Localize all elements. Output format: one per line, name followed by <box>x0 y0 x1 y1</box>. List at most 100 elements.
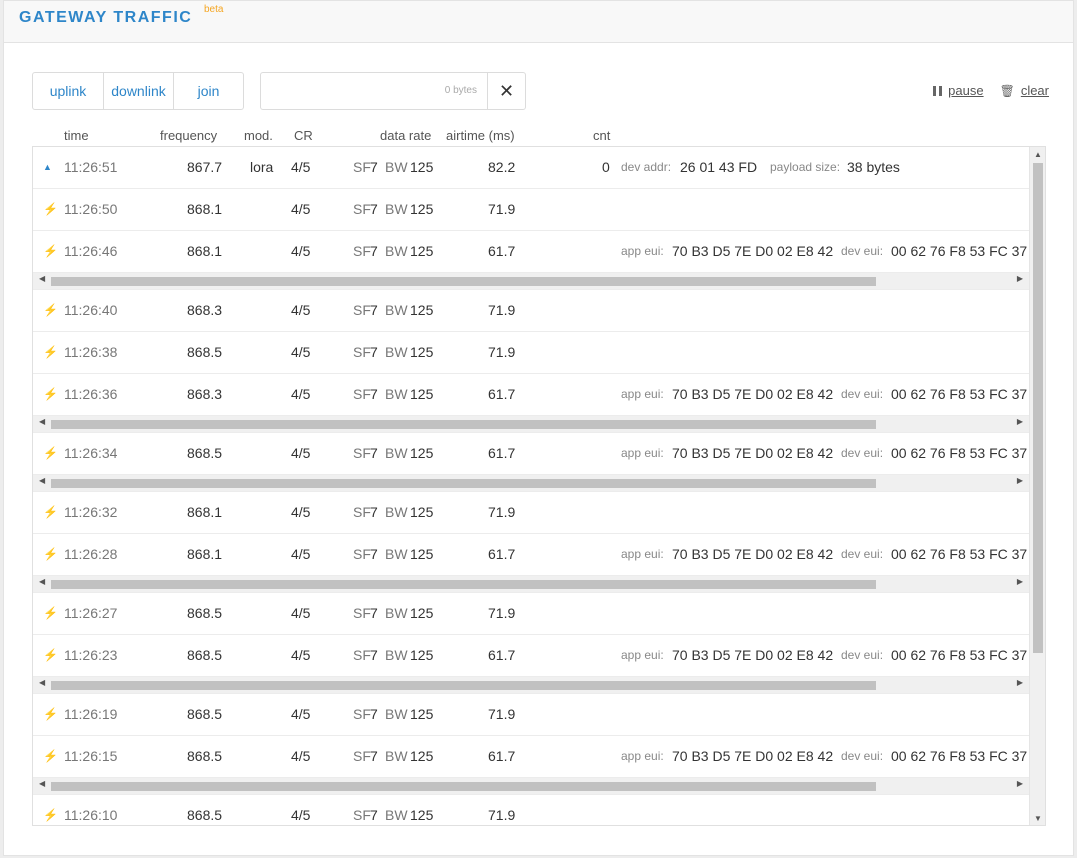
traffic-row[interactable]: ⚡ 11:26:27 868.5 4/5 SF 7 BW 125 71.9 <box>33 593 1029 635</box>
bw-label: BW <box>385 201 408 217</box>
scroll-left-arrow[interactable]: ◀ <box>39 417 45 426</box>
scroll-right-arrow[interactable]: ▶ <box>1017 678 1023 687</box>
scroll-thumb[interactable] <box>51 681 876 690</box>
scroll-thumb[interactable] <box>1033 163 1043 653</box>
sf-label: SF <box>353 706 371 722</box>
clear-button[interactable]: 🗑 clear <box>1000 83 1049 98</box>
bw-label: BW <box>385 243 408 259</box>
scroll-thumb[interactable] <box>51 580 876 589</box>
row-time: 11:26:27 <box>64 605 118 621</box>
row-time: 11:26:46 <box>64 243 118 259</box>
traffic-row[interactable]: ⚡ 11:26:23 868.5 4/5 SF 7 BW 125 61.7 app eui: 70 … <box>33 635 1029 677</box>
row-horizontal-scrollbar[interactable]: ◀ ▶ <box>33 677 1029 694</box>
vertical-scrollbar[interactable]: ▲ ▼ <box>1029 147 1045 825</box>
row-bw: 125 <box>410 445 434 461</box>
row-coding-rate: 4/5 <box>291 159 311 175</box>
row-coding-rate: 4/5 <box>291 302 311 318</box>
bw-label: BW <box>385 445 408 461</box>
traffic-row[interactable]: ⚡ 11:26:28 868.1 4/5 SF 7 BW 125 61.7 app eui: 70 … <box>33 534 1029 576</box>
scroll-thumb[interactable] <box>51 479 876 488</box>
row-time: 11:26:19 <box>64 706 118 722</box>
row-horizontal-scrollbar[interactable]: ◀ ▶ <box>33 576 1029 593</box>
clear-label: clear <box>1020 83 1049 98</box>
dev-eui-label: dev eui: <box>841 387 884 401</box>
sf-label: SF <box>353 504 371 520</box>
bolt-icon: ⚡ <box>43 446 58 460</box>
row-bw: 125 <box>410 706 434 722</box>
uplink-filter-button[interactable]: uplink <box>33 73 104 109</box>
app-eui-label: app eui: <box>621 244 664 258</box>
traffic-table[interactable]: ▲ 11:26:51 867.7 lora 4/5 SF 7 BW 125 82.2 0 dev ad… <box>32 146 1046 826</box>
row-time: 11:26:32 <box>64 504 118 520</box>
row-time: 11:26:28 <box>64 546 118 562</box>
traffic-row[interactable]: ⚡ 11:26:46 868.1 4/5 SF 7 BW 125 61.7 app eui: 70 … <box>33 231 1029 273</box>
row-sf: 7 <box>370 504 378 520</box>
row-horizontal-scrollbar[interactable]: ◀ ▶ <box>33 475 1029 492</box>
traffic-row[interactable]: ⚡ 11:26:15 868.5 4/5 SF 7 BW 125 61.7 app eui: 70 … <box>33 736 1029 778</box>
pause-button[interactable]: pause <box>933 83 984 98</box>
scroll-right-arrow[interactable]: ▶ <box>1017 779 1023 788</box>
scroll-thumb[interactable] <box>51 277 876 286</box>
traffic-row[interactable]: ⚡ 11:26:32 868.1 4/5 SF 7 BW 125 71.9 <box>33 492 1029 534</box>
downlink-filter-button[interactable]: downlink <box>104 73 174 109</box>
scroll-left-arrow[interactable]: ◀ <box>39 274 45 283</box>
search-input[interactable] <box>263 75 447 109</box>
row-horizontal-scrollbar[interactable]: ◀ ▶ <box>33 416 1029 433</box>
scroll-left-arrow[interactable]: ◀ <box>39 678 45 687</box>
row-coding-rate: 4/5 <box>291 504 311 520</box>
row-airtime: 71.9 <box>488 807 516 823</box>
row-sf: 7 <box>370 605 378 621</box>
sf-label: SF <box>353 647 371 663</box>
scroll-left-arrow[interactable]: ◀ <box>39 779 45 788</box>
row-frequency: 868.3 <box>187 386 223 402</box>
row-airtime: 61.7 <box>488 445 516 461</box>
row-airtime: 61.7 <box>488 386 516 402</box>
traffic-row[interactable]: ⚡ 11:26:36 868.3 4/5 SF 7 BW 125 61.7 app eui: 70 … <box>33 374 1029 416</box>
row-frequency: 868.1 <box>187 546 223 562</box>
bw-label: BW <box>385 344 408 360</box>
scroll-right-arrow[interactable]: ▶ <box>1017 274 1023 283</box>
row-horizontal-scrollbar[interactable]: ◀ ▶ <box>33 778 1029 795</box>
row-coding-rate: 4/5 <box>291 647 311 663</box>
scroll-left-arrow[interactable]: ◀ <box>39 577 45 586</box>
scroll-down-arrow[interactable]: ▼ <box>1030 811 1045 825</box>
row-frequency: 868.5 <box>187 807 223 823</box>
row-coding-rate: 4/5 <box>291 344 311 360</box>
bolt-icon: ⚡ <box>43 606 58 620</box>
bolt-icon: ⚡ <box>43 345 58 359</box>
traffic-row[interactable]: ⚡ 11:26:34 868.5 4/5 SF 7 BW 125 61.7 app eui: 70 … <box>33 433 1029 475</box>
traffic-row[interactable]: ⚡ 11:26:50 868.1 4/5 SF 7 BW 125 71.9 <box>33 189 1029 231</box>
scroll-left-arrow[interactable]: ◀ <box>39 476 45 485</box>
scroll-up-arrow[interactable]: ▲ <box>1030 147 1045 161</box>
traffic-row[interactable]: ⚡ 11:26:38 868.5 4/5 SF 7 BW 125 71.9 <box>33 332 1029 374</box>
col-frequency: frequency <box>160 128 218 143</box>
traffic-row[interactable]: ⚡ 11:26:40 868.3 4/5 SF 7 BW 125 71.9 <box>33 290 1029 332</box>
row-app-eui: 70 B3 D5 7E D0 02 E8 42 <box>672 243 834 259</box>
row-time: 11:26:50 <box>64 201 118 217</box>
bw-label: BW <box>385 706 408 722</box>
dev-eui-label: dev eui: <box>841 244 884 258</box>
traffic-row[interactable]: ▲ 11:26:51 867.7 lora 4/5 SF 7 BW 125 82.2 0 dev ad… <box>33 147 1029 189</box>
bolt-icon: ⚡ <box>43 303 58 317</box>
row-dev-eui: 00 62 76 F8 53 FC 37 <box>891 748 1028 764</box>
scroll-thumb[interactable] <box>51 782 876 791</box>
traffic-row[interactable]: ⚡ 11:26:19 868.5 4/5 SF 7 BW 125 71.9 <box>33 694 1029 736</box>
clear-search-button[interactable]: ✕ <box>487 73 525 109</box>
scroll-right-arrow[interactable]: ▶ <box>1017 476 1023 485</box>
row-sf: 7 <box>370 159 378 175</box>
column-headers: time frequency mod. CR data rate airtime… <box>0 128 1077 146</box>
row-bw: 125 <box>410 159 434 175</box>
traffic-row[interactable]: ⚡ 11:26:10 868.5 4/5 SF 7 BW 125 71.9 <box>33 795 1029 825</box>
row-airtime: 61.7 <box>488 243 516 259</box>
col-data-rate: data rate <box>380 128 432 143</box>
row-bw: 125 <box>410 546 434 562</box>
join-filter-button[interactable]: join <box>174 73 243 109</box>
col-airtime: airtime (ms) <box>446 128 515 143</box>
row-dev-eui: 00 62 76 F8 53 FC 37 <box>891 546 1028 562</box>
row-coding-rate: 4/5 <box>291 605 311 621</box>
row-coding-rate: 4/5 <box>291 748 311 764</box>
row-horizontal-scrollbar[interactable]: ◀ ▶ <box>33 273 1029 290</box>
scroll-right-arrow[interactable]: ▶ <box>1017 577 1023 586</box>
scroll-thumb[interactable] <box>51 420 876 429</box>
scroll-right-arrow[interactable]: ▶ <box>1017 417 1023 426</box>
